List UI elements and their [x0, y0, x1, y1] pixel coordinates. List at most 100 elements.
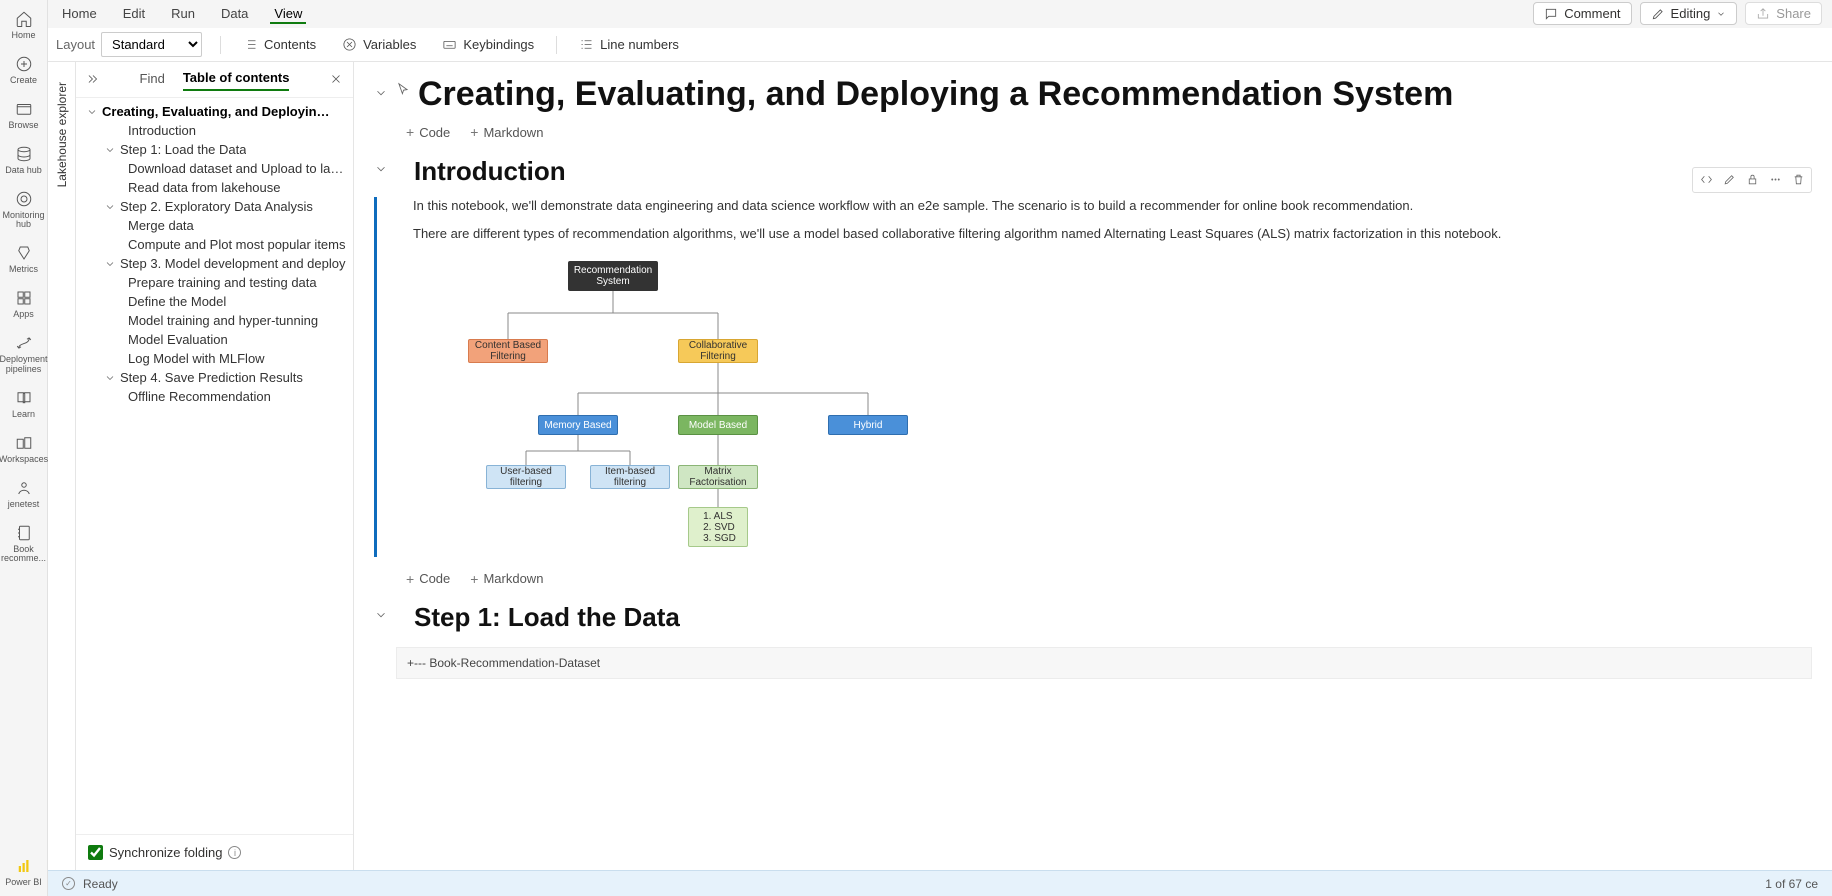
intro-p2: There are different types of recommendat… — [413, 225, 1812, 243]
chevron-down-icon — [104, 201, 116, 213]
code-cell[interactable]: +--- Book-Recommendation-Dataset — [396, 647, 1812, 679]
toc-item[interactable]: Step 3. Model development and deploy — [82, 254, 353, 273]
edit-icon[interactable] — [1718, 170, 1740, 190]
toolbar-variables[interactable]: Variables — [338, 34, 420, 55]
editing-dropdown[interactable]: Editing — [1640, 2, 1738, 25]
toc-item[interactable]: Read data from lakehouse — [82, 178, 353, 197]
sidebar: Find Table of contents Creating, Evaluat… — [76, 62, 354, 870]
comment-icon — [1544, 7, 1558, 21]
menu-bar: Home Edit Run Data View Comment Editing … — [48, 0, 1832, 28]
nav-create-label: Create — [10, 76, 37, 86]
nav-home-label: Home — [11, 31, 35, 41]
linenum-icon — [579, 37, 594, 52]
menu-data[interactable]: Data — [217, 4, 252, 23]
fold-icon[interactable] — [374, 596, 388, 625]
status-ready: Ready — [83, 877, 118, 891]
toc-item[interactable]: Merge data — [82, 216, 353, 235]
lock-icon[interactable] — [1741, 170, 1763, 190]
diag-matrix: Matrix Factorisation — [678, 465, 758, 489]
recommendation-diagram: Recommendation System Content Based Filt… — [413, 257, 933, 557]
toc-item[interactable]: Model Evaluation — [82, 330, 353, 349]
tab-find[interactable]: Find — [140, 71, 165, 90]
toc-item[interactable]: Step 2. Exploratory Data Analysis — [82, 197, 353, 216]
add-code-button[interactable]: +Code — [406, 571, 450, 586]
close-sidebar-icon[interactable] — [329, 72, 343, 89]
nav-browse[interactable]: Browse — [0, 94, 48, 139]
cursor-icon — [396, 74, 410, 99]
nav-pipelines[interactable]: Deployment pipelines — [0, 328, 48, 383]
fold-icon[interactable] — [374, 150, 388, 179]
menu-view[interactable]: View — [270, 4, 306, 24]
nav-powerbi[interactable]: Power BI — [0, 851, 48, 896]
chevron-down-icon — [104, 258, 116, 270]
collapse-sidebar-icon[interactable] — [86, 72, 100, 89]
nav-learn-label: Learn — [12, 410, 35, 420]
nav-datahub-label: Data hub — [5, 166, 42, 176]
markdown-cell[interactable]: In this notebook, we'll demonstrate data… — [374, 197, 1812, 557]
nav-create[interactable]: Create — [0, 49, 48, 94]
toc-item[interactable]: Define the Model — [82, 292, 353, 311]
toc-root[interactable]: Creating, Evaluating, and Deployin… — [82, 102, 353, 121]
toc-item[interactable]: Log Model with MLFlow — [82, 349, 353, 368]
add-markdown-button[interactable]: +Markdown — [470, 571, 543, 586]
share-button[interactable]: Share — [1745, 2, 1822, 25]
toc-item[interactable]: Prepare training and testing data — [82, 273, 353, 292]
tab-toc[interactable]: Table of contents — [183, 70, 290, 91]
toc-item[interactable]: Introduction — [82, 121, 353, 140]
toolbar-line-numbers[interactable]: Line numbers — [575, 34, 683, 55]
toc-item[interactable]: Step 4. Save Prediction Results — [82, 368, 353, 387]
fold-icon[interactable] — [374, 74, 388, 103]
nav-workspaces-label: Workspaces — [0, 455, 48, 465]
nav-notebook-tab[interactable]: Book recomme... — [0, 518, 48, 573]
toc-item[interactable]: Model training and hyper-tunning — [82, 311, 353, 330]
nav-browse-label: Browse — [8, 121, 38, 131]
nav-metrics[interactable]: Metrics — [0, 238, 48, 283]
share-icon — [1756, 7, 1770, 21]
comment-button[interactable]: Comment — [1533, 2, 1631, 25]
step1-heading: Step 1: Load the Data — [414, 602, 680, 633]
view-toolbar: Layout Standard Contents Variables Keybi… — [48, 28, 1832, 62]
nav-metrics-label: Metrics — [9, 265, 38, 275]
toc-item[interactable]: Download dataset and Upload to lakeh... — [82, 159, 353, 178]
diag-cbf: Content Based Filtering — [468, 339, 548, 363]
toc-item[interactable]: Offline Recommendation — [82, 387, 353, 406]
lakehouse-explorer-tab[interactable]: Lakehouse explorer — [48, 62, 76, 870]
chevron-down-icon — [1716, 9, 1726, 19]
add-cell-row-2: +Code +Markdown — [406, 571, 1812, 586]
info-icon[interactable]: i — [228, 846, 241, 859]
diag-mem: Memory Based — [538, 415, 618, 435]
more-icon[interactable] — [1764, 170, 1786, 190]
sync-folding-checkbox[interactable] — [88, 845, 103, 860]
toc-item[interactable]: Step 1: Load the Data — [82, 140, 353, 159]
nav-apps[interactable]: Apps — [0, 283, 48, 328]
layout-label: Layout — [56, 37, 95, 52]
nav-user-workspace[interactable]: jenetest — [0, 473, 48, 518]
toolbar-contents[interactable]: Contents — [239, 34, 320, 55]
sync-folding-label: Synchronize folding — [109, 845, 222, 860]
nav-workspaces[interactable]: Workspaces — [0, 428, 48, 473]
menu-home[interactable]: Home — [58, 4, 101, 23]
diag-model: Model Based — [678, 415, 758, 435]
menu-run[interactable]: Run — [167, 4, 199, 23]
nav-learn[interactable]: Learn — [0, 383, 48, 428]
notebook-area: Creating, Evaluating, and Deploying a Re… — [354, 62, 1832, 870]
delete-icon[interactable] — [1787, 170, 1809, 190]
diag-list: 1. ALS 2. SVD 3. SGD — [688, 507, 748, 547]
status-bar: ✓ Ready 1 of 67 ce — [48, 870, 1832, 896]
sync-folding-row: Synchronize folding i — [76, 834, 353, 870]
toolbar-keybindings[interactable]: Keybindings — [438, 34, 538, 55]
toc-item[interactable]: Compute and Plot most popular items — [82, 235, 353, 254]
cell-toolbar — [1692, 167, 1812, 193]
menu-edit[interactable]: Edit — [119, 4, 149, 23]
status-ok-icon: ✓ — [62, 877, 75, 890]
nav-monitoring[interactable]: Monitoring hub — [0, 184, 48, 239]
add-code-button[interactable]: +Code — [406, 125, 450, 140]
chevron-down-icon — [104, 144, 116, 156]
pencil-icon — [1651, 7, 1665, 21]
code-view-icon[interactable] — [1695, 170, 1717, 190]
nav-home[interactable]: Home — [0, 4, 48, 49]
nav-datahub[interactable]: Data hub — [0, 139, 48, 184]
diag-hybrid: Hybrid — [828, 415, 908, 435]
add-markdown-button[interactable]: +Markdown — [470, 125, 543, 140]
layout-select[interactable]: Standard — [101, 32, 202, 57]
